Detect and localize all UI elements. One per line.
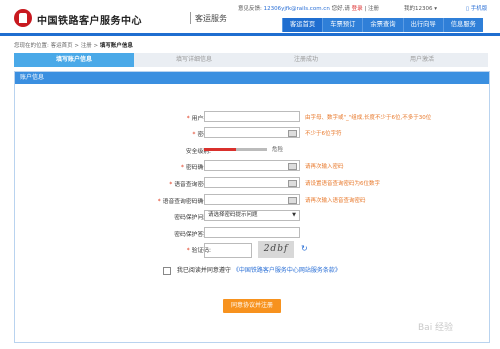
top-links: 意见反馈: 12306yjfk@rails.com.cn 您好,请 登录 | 注…: [238, 6, 379, 12]
main-nav: 客运首页 车票预订 余票查询 出行向导 信息服务: [282, 18, 483, 32]
mobile-link[interactable]: ▯ 手机版: [466, 4, 487, 12]
strength-row: 安全级别: 危险: [15, 144, 489, 156]
strength-fill: [204, 148, 236, 151]
feedback-email[interactable]: 12306yjfk@rails.com.cn: [264, 6, 330, 12]
breadcrumb: 您现在的位置: 客运首页 > 注册 > 填写账户信息: [14, 41, 133, 49]
agree-row: 我已阅读并同意遵守 《中国铁路客户服务中心网站服务条款》: [163, 265, 341, 275]
submit-button[interactable]: 同意协议并注册: [223, 299, 281, 313]
username-hint: 由字母、数字或"_"组成,长度不少于6位,不多于30位: [305, 115, 432, 121]
question-selected: 请选择密码提示问题: [208, 212, 258, 218]
question-select[interactable]: 请选择密码提示问题 ▼: [204, 210, 300, 221]
voice-confirm-hint: 请再次输入语音查询密码: [305, 198, 366, 204]
terms-link[interactable]: 《中国铁路客户服务中心网站服务条款》: [233, 267, 341, 274]
feedback-label: 意见反馈:: [238, 6, 262, 12]
nav-booking[interactable]: 车票预订: [322, 18, 363, 32]
confirm-row: * 密码确认: 请再次输入密码: [15, 160, 489, 172]
step-activate: 用户激活: [409, 56, 434, 63]
breadcrumb-path[interactable]: 您现在的位置: 客运首页 > 注册 >: [14, 43, 98, 49]
strength-meter: [204, 148, 267, 151]
my-12306-menu[interactable]: 我的12306 ▾: [404, 4, 437, 12]
progress-steps: 填写账户信息 填写详细信息 注册成功 用户激活: [14, 53, 488, 67]
site-subtitle: 客运服务: [195, 14, 227, 23]
breadcrumb-current: 填写账户信息: [99, 43, 133, 49]
password-input[interactable]: [204, 127, 300, 138]
username-row: * 用户名: 由字母、数字或"_"组成,长度不少于6位,不多于30位: [15, 111, 489, 123]
captcha-input[interactable]: [204, 243, 252, 258]
register-link[interactable]: 注册: [368, 6, 379, 12]
nav-tickets[interactable]: 余票查询: [362, 18, 403, 32]
nav-home[interactable]: 客运首页: [282, 18, 323, 32]
refresh-icon[interactable]: ↻: [301, 244, 308, 253]
greeting: 您好,请: [331, 6, 350, 12]
captcha-row: * 验证码: 2dbf ↻: [15, 241, 489, 258]
answer-input[interactable]: [204, 227, 300, 238]
keyboard-icon[interactable]: [288, 197, 297, 204]
voice-pwd-row: * 语音查询密码: 请设置语音查询密码为6位数字: [15, 177, 489, 189]
voice-confirm-input[interactable]: [204, 194, 300, 205]
captcha-image[interactable]: 2dbf: [258, 241, 294, 258]
question-row: 密码保护问题: 请选择密码提示问题 ▼: [15, 210, 489, 222]
voice-pwd-hint: 请设置语音查询密码为6位数字: [305, 181, 381, 187]
confirm-hint: 请再次输入密码: [305, 164, 344, 170]
account-panel: 账户信息 * 用户名: 由字母、数字或"_"组成,长度不少于6位,不多于30位 *…: [14, 71, 490, 343]
panel-title: 账户信息: [15, 72, 489, 84]
strength-value: 危险: [272, 147, 284, 153]
nav-info[interactable]: 信息服务: [442, 18, 483, 32]
login-link[interactable]: 登录: [352, 6, 363, 12]
voice-confirm-label: * 语音查询密码确认:: [157, 199, 211, 205]
header: 中国铁路客户服务中心 客运服务 意见反馈: 12306yjfk@rails.co…: [0, 0, 500, 37]
step-details: 填写详细信息: [175, 56, 212, 63]
railway-logo[interactable]: [14, 9, 32, 27]
site-brand[interactable]: 中国铁路客户服务中心: [37, 12, 142, 27]
step-success: 注册成功: [293, 56, 318, 63]
chevron-down-icon: ▼: [292, 212, 296, 218]
brand-divider: [190, 12, 191, 24]
step-account: 填写账户信息: [14, 53, 134, 67]
agree-checkbox[interactable]: [163, 266, 171, 275]
keyboard-icon[interactable]: [288, 163, 297, 170]
password-row: *密码: 不少于6位字符: [15, 127, 489, 139]
username-input[interactable]: [204, 111, 300, 122]
nav-guide[interactable]: 出行向导: [402, 18, 443, 32]
voice-confirm-row: * 语音查询密码确认: 请再次输入语音查询密码: [15, 194, 489, 206]
keyboard-icon[interactable]: [288, 180, 297, 187]
mobile-label: 手机版: [470, 6, 488, 12]
answer-row: 密码保护答案:: [15, 227, 489, 239]
confirm-input[interactable]: [204, 160, 300, 171]
keyboard-icon[interactable]: [288, 130, 297, 137]
agree-text: 我已阅读并同意遵守: [176, 267, 231, 274]
password-hint: 不少于6位字符: [305, 131, 342, 137]
voice-pwd-input[interactable]: [204, 177, 300, 188]
watermark: Bai 经验: [418, 323, 454, 333]
nav-divider: [0, 33, 500, 36]
phone-icon: ▯: [466, 6, 470, 12]
